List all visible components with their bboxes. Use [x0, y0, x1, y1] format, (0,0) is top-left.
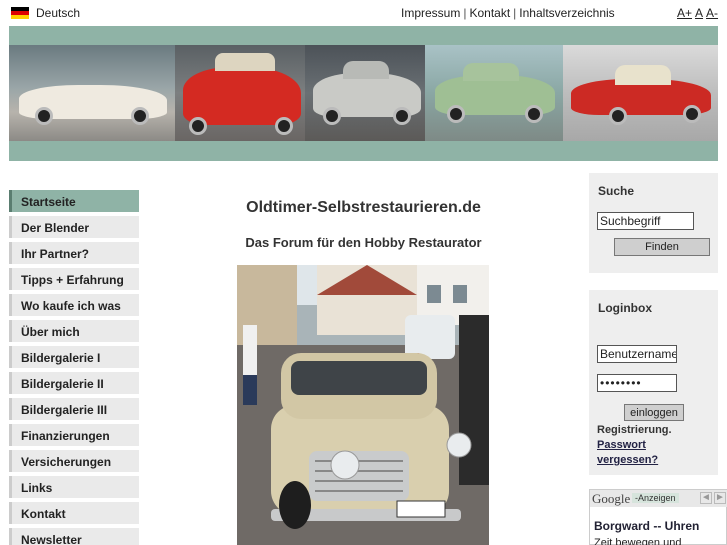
forgot-password-link-line2[interactable]: vergessen?: [597, 453, 658, 467]
red-convertible-car-image: [175, 45, 305, 141]
page-title: Oldtimer-Selbstrestaurieren.de: [246, 199, 481, 216]
sidebar-item-ihr-partner[interactable]: Ihr Partner?: [9, 242, 139, 264]
google-ad-box: Google -Anzeigen ◄ ► Borgward -- Uhren Ze…: [589, 489, 727, 545]
forgot-password-link-line1[interactable]: Passwort: [597, 438, 646, 452]
white-convertible-car-image: [9, 45, 175, 141]
search-input[interactable]: Suchbegriff: [597, 212, 694, 230]
google-logo: Google: [592, 491, 631, 506]
font-increase-link[interactable]: A+: [677, 6, 692, 20]
ad-arrows: ◄ ►: [698, 492, 726, 504]
sidebar-item-newsletter[interactable]: Newsletter: [9, 528, 139, 545]
ad-header: Google -Anzeigen ◄ ►: [590, 490, 727, 507]
password-field[interactable]: ••••••••: [597, 374, 677, 392]
login-button[interactable]: einloggen: [624, 404, 684, 421]
top-links: Impressum | Kontakt | Inhaltsverzeichnis: [401, 6, 615, 20]
sidebar-nav: Startseite Der Blender Ihr Partner? Tipp…: [9, 190, 139, 545]
font-reset-link[interactable]: A: [695, 6, 703, 20]
sidebar-item-bildergalerie-3[interactable]: Bildergalerie III: [9, 398, 139, 420]
header-banner: [9, 26, 718, 161]
font-decrease-link[interactable]: A-: [706, 6, 718, 20]
sidebar-item-der-blender[interactable]: Der Blender: [9, 216, 139, 238]
language-selector[interactable]: Deutsch: [11, 6, 80, 20]
sidebar-item-tipps-erfahrung[interactable]: Tipps + Erfahrung: [9, 268, 139, 290]
kontakt-link[interactable]: Kontakt: [469, 6, 510, 20]
german-flag-icon: [11, 7, 29, 19]
ad-tag: -Anzeigen: [632, 493, 679, 503]
search-title: Suche: [598, 184, 635, 198]
sidebar-item-kontakt[interactable]: Kontakt: [9, 502, 139, 524]
impressum-link[interactable]: Impressum: [401, 6, 460, 20]
font-size-controls: A+ A A-: [677, 6, 721, 20]
inhaltsverzeichnis-link[interactable]: Inhaltsverzeichnis: [519, 6, 614, 20]
main-content: Oldtimer-Selbstrestaurieren.de Das Forum…: [150, 178, 577, 545]
sidebar-item-bildergalerie-1[interactable]: Bildergalerie I: [9, 346, 139, 368]
sidebar-item-ueber-mich[interactable]: Über mich: [9, 320, 139, 342]
sidebar-item-startseite[interactable]: Startseite: [9, 190, 139, 212]
red-coupe-car-image: [563, 45, 718, 141]
ad-title-link[interactable]: Borgward -- Uhren: [594, 519, 699, 533]
username-field[interactable]: Benutzername: [597, 345, 677, 363]
link-separator: |: [513, 6, 517, 20]
sidebar-item-finanzierungen[interactable]: Finanzierungen: [9, 424, 139, 446]
top-bar: Deutsch Impressum | Kontakt | Inhaltsverzeic…: [0, 0, 727, 26]
sidebar-item-links[interactable]: Links: [9, 476, 139, 498]
login-title: Loginbox: [598, 301, 652, 315]
ad-prev-arrow-icon[interactable]: ◄: [700, 492, 712, 504]
ad-next-arrow-icon[interactable]: ►: [714, 492, 726, 504]
sidebar-item-wo-kaufe-ich-was[interactable]: Wo kaufe ich was: [9, 294, 139, 316]
silver-sedan-car-image: [305, 45, 425, 141]
sidebar-item-versicherungen[interactable]: Versicherungen: [9, 450, 139, 472]
search-box: Suche Suchbegriff Finden: [589, 173, 718, 273]
register-link[interactable]: Registrierung.: [597, 423, 672, 437]
vintage-car-illustration: [237, 265, 489, 545]
green-sedan-car-image: [425, 45, 563, 141]
language-label[interactable]: Deutsch: [36, 6, 80, 20]
search-button[interactable]: Finden: [614, 238, 710, 256]
banner-photo-strip: [9, 45, 718, 141]
beige-vintage-sedan-photo: [237, 265, 489, 545]
page-subtitle: Das Forum für den Hobby Restaurator: [245, 235, 482, 250]
login-box: Loginbox Benutzername •••••••• einloggen…: [589, 290, 718, 475]
sidebar-item-bildergalerie-2[interactable]: Bildergalerie II: [9, 372, 139, 394]
link-separator: |: [463, 6, 467, 20]
ad-text: Zeit bewegen und: [594, 537, 682, 545]
